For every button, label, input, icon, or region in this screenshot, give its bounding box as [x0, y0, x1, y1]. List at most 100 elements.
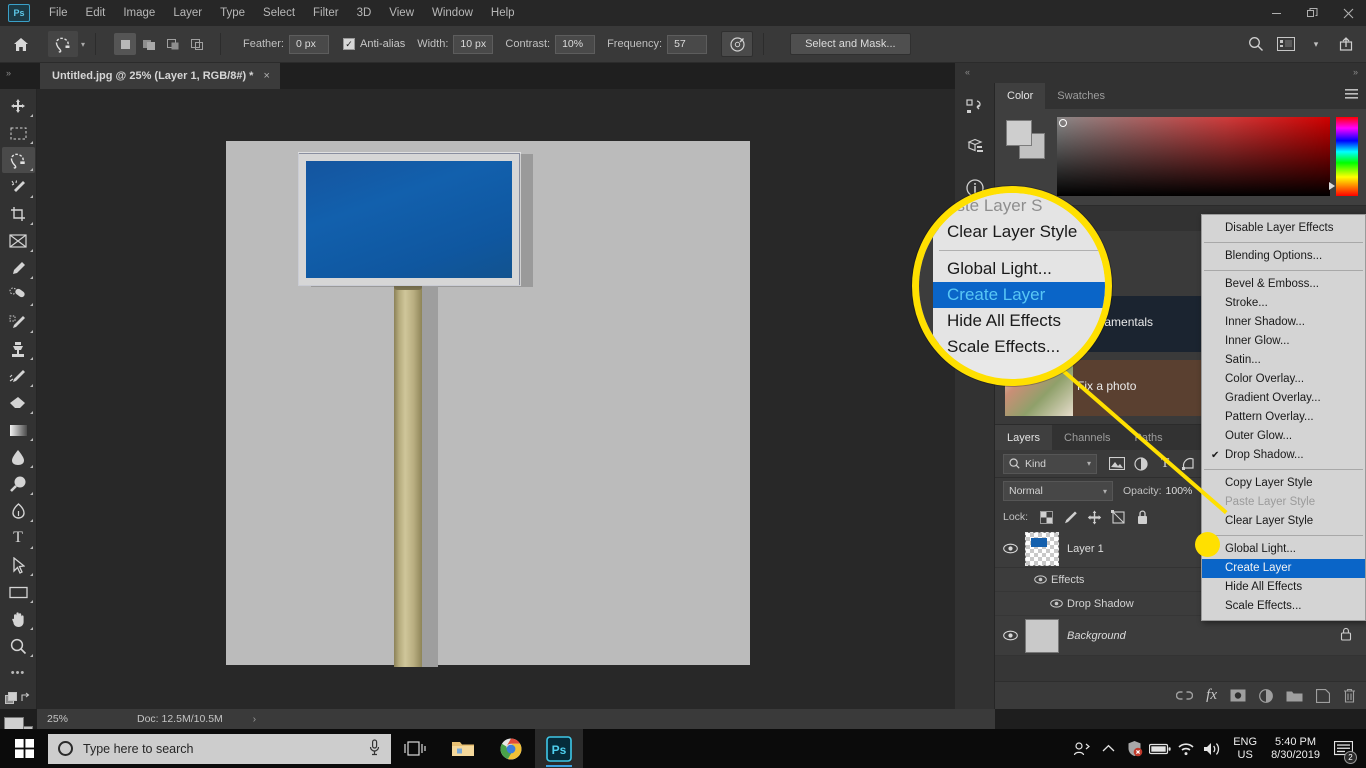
layer-filter-kind-select[interactable]: Kind ▾: [1003, 453, 1097, 474]
language-indicator[interactable]: ENG US: [1225, 736, 1265, 762]
menu-3d[interactable]: 3D: [348, 3, 381, 23]
volume-icon[interactable]: [1199, 729, 1225, 768]
menu-image[interactable]: Image: [114, 3, 164, 23]
context-menu-item[interactable]: Hide All Effects: [1202, 578, 1365, 597]
link-layers-icon[interactable]: [1176, 690, 1194, 701]
context-menu-item[interactable]: Disable Layer Effects: [1202, 219, 1365, 238]
gradient-tool[interactable]: [2, 417, 35, 443]
frame-tool[interactable]: [2, 228, 35, 254]
menu-edit[interactable]: Edit: [77, 3, 115, 23]
color-panel-swatches[interactable]: [1003, 117, 1051, 165]
photoshop-icon[interactable]: Ps: [535, 729, 583, 768]
magnetic-lasso-icon[interactable]: [48, 31, 78, 57]
menu-window[interactable]: Window: [423, 3, 482, 23]
tab-color[interactable]: Color: [995, 83, 1046, 109]
layer-visibility-icon[interactable]: [995, 543, 1025, 554]
antialias-checkbox[interactable]: ✓ Anti-alias: [342, 38, 405, 50]
crop-tool[interactable]: [2, 201, 35, 227]
tab-swatches[interactable]: Swatches: [1045, 83, 1117, 109]
adjustment-filter-icon[interactable]: [1129, 453, 1153, 475]
layer-effects-context-menu[interactable]: Disable Layer Effects Blending Options...…: [1201, 214, 1366, 621]
effects-visibility-icon[interactable]: [1029, 575, 1051, 584]
lock-transparent-pixels-icon[interactable]: [1034, 506, 1058, 528]
dodge-tool[interactable]: [2, 471, 35, 497]
effect-visibility-icon[interactable]: [1045, 599, 1067, 608]
pen-tool[interactable]: [2, 498, 35, 524]
default-colors-icon[interactable]: [2, 687, 35, 709]
brush-tool[interactable]: [2, 309, 35, 335]
security-alert-icon[interactable]: [1121, 729, 1147, 768]
context-menu-item[interactable]: ✔ Drop Shadow...: [1202, 446, 1365, 465]
history-brush-tool[interactable]: [2, 363, 35, 389]
clock[interactable]: 5:40 PM 8/30/2019: [1265, 736, 1326, 762]
layer-name[interactable]: Layer 1: [1067, 543, 1104, 555]
move-tool[interactable]: [2, 93, 35, 119]
pen-pressure-icon[interactable]: [721, 31, 754, 57]
layer-locked-icon[interactable]: [1340, 627, 1352, 644]
windows-start-icon[interactable]: [0, 729, 48, 768]
new-layer-icon[interactable]: [1316, 688, 1330, 703]
magic-wand-tool[interactable]: [2, 174, 35, 200]
layer-name[interactable]: Background: [1067, 630, 1126, 642]
lock-artboard-nesting-icon[interactable]: [1106, 506, 1130, 528]
collapse-panels-icon[interactable]: »: [6, 68, 11, 78]
status-arrow-icon[interactable]: ›: [223, 714, 256, 725]
add-layer-mask-icon[interactable]: [1230, 689, 1246, 702]
magnetic-lasso-tool[interactable]: [1, 147, 35, 173]
microphone-icon[interactable]: [368, 738, 381, 759]
search-icon[interactable]: [1244, 32, 1268, 56]
add-layer-style-icon[interactable]: fx: [1206, 687, 1217, 704]
new-group-icon[interactable]: [1286, 689, 1303, 702]
hue-slider[interactable]: [1329, 117, 1358, 196]
context-menu-item[interactable]: Outer Glow...: [1202, 427, 1365, 446]
share-icon[interactable]: [1334, 32, 1358, 56]
lock-all-icon[interactable]: [1130, 506, 1154, 528]
clone-stamp-tool[interactable]: [2, 336, 35, 362]
width-input[interactable]: 10 px: [453, 34, 494, 54]
context-menu-item[interactable]: Inner Glow...: [1202, 332, 1365, 351]
blend-mode-select[interactable]: Normal ▾: [1003, 481, 1113, 501]
new-fill-adjustment-layer-icon[interactable]: [1259, 688, 1273, 703]
eraser-tool[interactable]: [2, 390, 35, 416]
restore-button[interactable]: [1294, 0, 1330, 26]
menu-type[interactable]: Type: [211, 3, 254, 23]
file-explorer-icon[interactable]: [439, 729, 487, 768]
layer-visibility-icon[interactable]: [995, 630, 1025, 641]
spot-healing-brush-tool[interactable]: [2, 282, 35, 308]
panel-menu-icon[interactable]: [1345, 89, 1358, 102]
minimize-button[interactable]: [1258, 0, 1294, 26]
image-artboard[interactable]: [226, 141, 750, 667]
tab-layers[interactable]: Layers: [995, 425, 1053, 450]
context-menu-item[interactable]: Blending Options...: [1202, 247, 1365, 266]
context-menu-item[interactable]: Bevel & Emboss...: [1202, 275, 1365, 294]
path-selection-tool[interactable]: [2, 552, 35, 578]
eyedropper-tool[interactable]: [2, 255, 35, 281]
subtract-from-selection-button[interactable]: [162, 33, 184, 55]
menu-help[interactable]: Help: [482, 3, 524, 23]
contrast-input[interactable]: 10%: [555, 34, 596, 54]
rectangle-tool[interactable]: [2, 579, 35, 605]
context-menu-item[interactable]: Stroke...: [1202, 294, 1365, 313]
context-menu-item[interactable]: Clear Layer Style: [1202, 512, 1365, 531]
pixel-filter-icon[interactable]: [1105, 453, 1129, 475]
chrome-icon[interactable]: [487, 729, 535, 768]
table-row[interactable]: Background: [995, 616, 1366, 656]
context-menu-item[interactable]: Gradient Overlay...: [1202, 389, 1365, 408]
task-view-icon[interactable]: [391, 729, 439, 768]
context-menu-item[interactable]: Color Overlay...: [1202, 370, 1365, 389]
document-tab[interactable]: Untitled.jpg @ 25% (Layer 1, RGB/8#) * ×: [40, 63, 280, 89]
wifi-icon[interactable]: [1173, 729, 1199, 768]
context-menu-item[interactable]: Create Layer: [1202, 559, 1365, 578]
context-menu-item[interactable]: Pattern Overlay...: [1202, 408, 1365, 427]
opacity-value[interactable]: 100%: [1166, 485, 1193, 497]
rectangular-marquee-tool[interactable]: [2, 120, 35, 146]
blur-tool[interactable]: [2, 444, 35, 470]
lock-position-icon[interactable]: [1082, 506, 1106, 528]
chevron-down-icon[interactable]: ▾: [1304, 32, 1328, 56]
context-menu-item[interactable]: Scale Effects...: [1202, 597, 1365, 616]
people-icon[interactable]: [1069, 729, 1095, 768]
collapse-dock-right-icon[interactable]: »: [1353, 67, 1358, 77]
delete-layer-icon[interactable]: [1343, 688, 1356, 703]
close-button[interactable]: [1330, 0, 1366, 26]
menu-layer[interactable]: Layer: [164, 3, 211, 23]
